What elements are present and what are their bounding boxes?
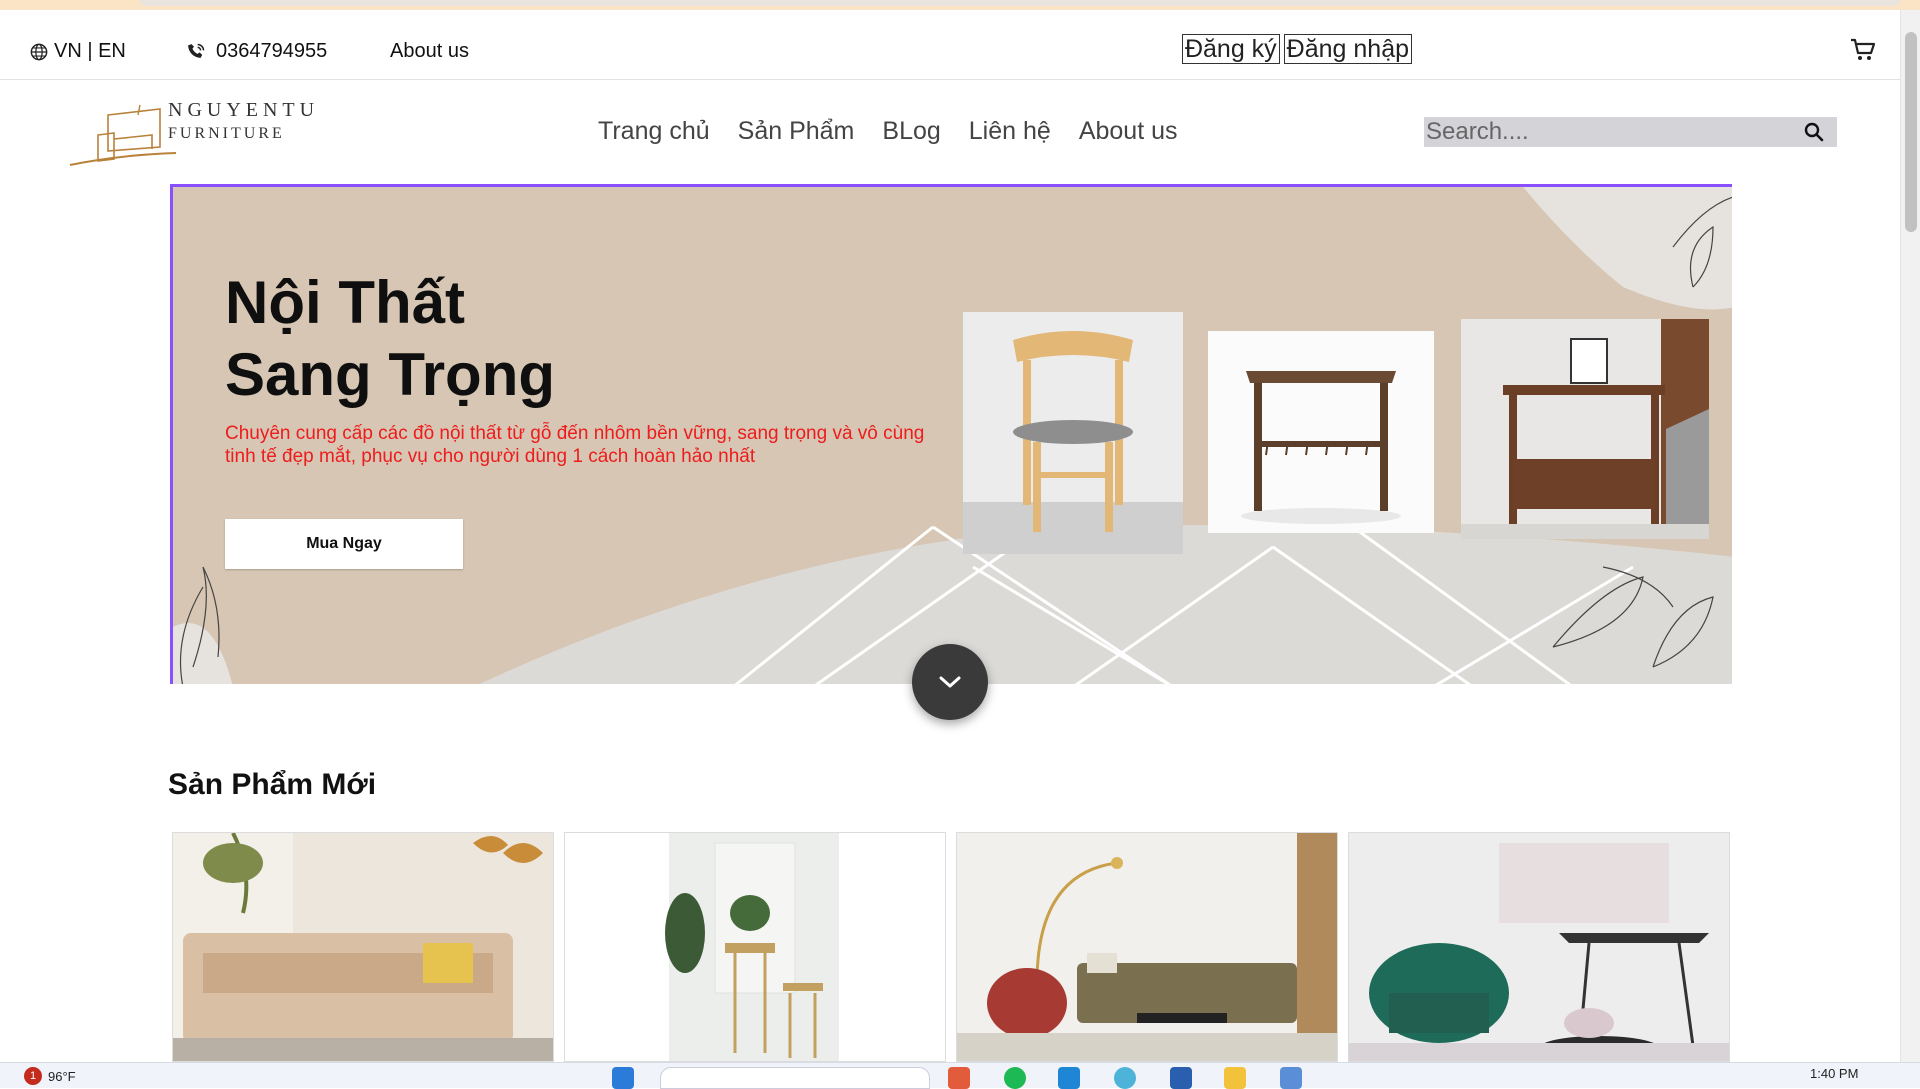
- buy-now-button[interactable]: Mua Ngay: [225, 519, 463, 569]
- weather-widget[interactable]: 1 96°F: [24, 1067, 76, 1085]
- globe-icon: [30, 43, 48, 60]
- taskbar-search-box[interactable]: [660, 1067, 930, 1089]
- product-card-living-room[interactable]: [956, 832, 1338, 1062]
- chevron-down-icon: [939, 676, 961, 688]
- hero-product-nightstand-image: [1461, 319, 1709, 539]
- hero-subtitle: Chuyên cung cấp các đồ nội thất từ gỗ đế…: [225, 423, 925, 467]
- taskbar-clock[interactable]: 1:40 PM: [1810, 1066, 1858, 1081]
- search-button[interactable]: [1794, 117, 1834, 147]
- vscode-icon[interactable]: [1058, 1067, 1080, 1089]
- nav-item-products[interactable]: Sản Phẩm: [738, 117, 855, 146]
- armchair-room-image: [1349, 833, 1729, 1061]
- browser-icon[interactable]: [1114, 1067, 1136, 1089]
- nav-item-contact[interactable]: Liên hệ: [969, 117, 1051, 146]
- search-bar: [1424, 117, 1837, 147]
- login-button[interactable]: Đăng nhập: [1283, 34, 1412, 64]
- app-icon-2[interactable]: [1280, 1067, 1302, 1089]
- living-room-image: [957, 833, 1337, 1061]
- auth-links: Đăng ký Đăng nhập: [1181, 34, 1412, 64]
- new-products-grid: [172, 832, 1730, 1062]
- os-taskbar: 1 96°F 1:40 PM: [0, 1062, 1920, 1089]
- browser-address-pill: [140, 0, 1900, 6]
- hero-banner: Nội Thất Sang Trọng Chuyên cung cấp các …: [170, 184, 1732, 684]
- hero-title-line-2: Sang Trọng: [225, 341, 555, 408]
- scroll-down-button[interactable]: [912, 644, 988, 720]
- hero-product-table-image: [1208, 331, 1434, 533]
- nav-item-blog[interactable]: BLog: [882, 117, 940, 146]
- search-icon: [1804, 122, 1824, 142]
- language-label[interactable]: VN | EN: [54, 40, 126, 63]
- chair-illustration: [963, 331, 1183, 554]
- nav-menu: Trang chủ Sản Phẩm BLog Liên hệ About us: [598, 117, 1178, 146]
- main-navigation: NGUYENTU FURNITURE Trang chủ Sản Phẩm BL…: [0, 81, 1900, 181]
- notification-badge: 1: [24, 1067, 42, 1085]
- phone-number: 0364794955: [216, 40, 328, 62]
- logo-tagline: FURNITURE: [168, 125, 285, 142]
- nav-item-home[interactable]: Trang chủ: [598, 117, 710, 146]
- page-scrollbar[interactable]: [1900, 10, 1920, 1062]
- table-illustration: [1241, 371, 1401, 524]
- logo-chair-icon: [69, 104, 177, 166]
- hero-title-line-1: Nội Thất: [225, 269, 465, 336]
- product-card-sofa[interactable]: [172, 832, 554, 1062]
- phone-contact[interactable]: 0364794955: [186, 40, 327, 63]
- product-card-plant-stands[interactable]: [564, 832, 946, 1062]
- phone-icon: [188, 43, 205, 58]
- scrollbar-thumb[interactable]: [1905, 32, 1917, 232]
- hero-title: Nội Thất Sang Trọng: [225, 267, 555, 411]
- windows-start-icon[interactable]: [612, 1067, 634, 1089]
- app-icon-1[interactable]: [948, 1067, 970, 1089]
- browser-top-strip: [0, 0, 1920, 10]
- top-bar: VN | EN 0364794955 About us Đăng ký Đăng…: [0, 10, 1900, 80]
- register-button[interactable]: Đăng ký: [1181, 34, 1280, 64]
- site-logo[interactable]: NGUYENTU FURNITURE: [68, 95, 348, 167]
- weather-temperature: 96°F: [48, 1068, 76, 1084]
- cart-icon[interactable]: [1850, 38, 1876, 62]
- about-us-link-top[interactable]: About us: [390, 40, 469, 63]
- sofa-room-image: [173, 833, 553, 1061]
- logo-name: NGUYENTU: [168, 99, 320, 121]
- file-explorer-icon[interactable]: [1224, 1067, 1246, 1089]
- store-icon[interactable]: [1170, 1067, 1192, 1089]
- product-card-armchair[interactable]: [1348, 832, 1730, 1062]
- search-input[interactable]: [1424, 118, 1794, 146]
- new-products-heading: Sản Phẩm Mới: [168, 768, 377, 801]
- language-switcher[interactable]: VN | EN: [30, 40, 126, 63]
- hero-product-chair-image: [963, 312, 1183, 554]
- nightstand-illustration: [1461, 319, 1709, 539]
- spotify-icon[interactable]: [1004, 1067, 1026, 1089]
- nav-item-about[interactable]: About us: [1079, 117, 1178, 146]
- plant-stands-image: [565, 833, 945, 1061]
